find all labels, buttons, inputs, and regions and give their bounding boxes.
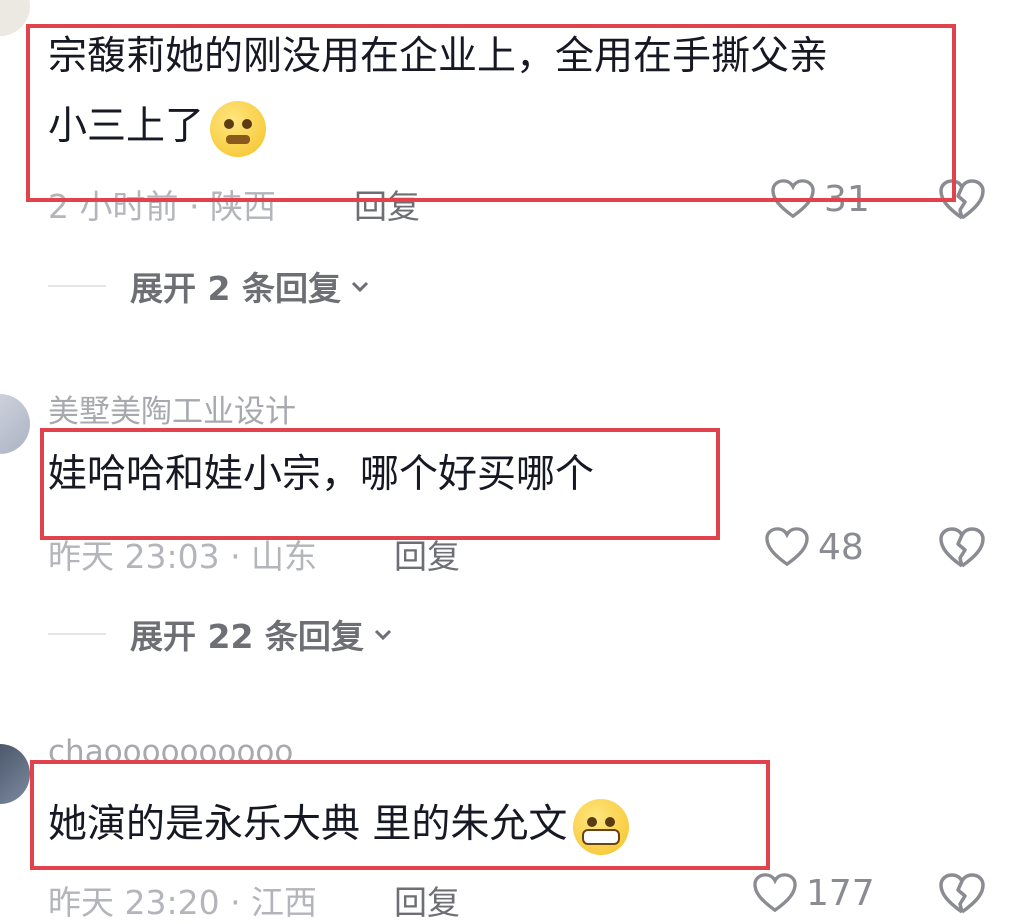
comment-text: 宗馥莉她的刚没用在企业上，全用在手撕父亲 [48, 26, 828, 88]
chevron-down-icon [374, 629, 391, 641]
like-count: 48 [818, 526, 864, 568]
comment-text-line1: 娃哈哈和娃小宗，哪个好买哪个 [48, 452, 595, 497]
worried-face-icon [210, 100, 267, 157]
comment-text: 娃哈哈和娃小宗，哪个好买哪个 [48, 444, 594, 506]
time-location: 2 小时前 · 陕西 [48, 187, 276, 226]
expand-replies[interactable]: 展开 2 条回复 [48, 262, 371, 310]
reply-button[interactable]: 回复 [354, 180, 420, 228]
dislike-button[interactable] [938, 526, 986, 574]
like-button[interactable]: 177 [752, 872, 875, 914]
divider [48, 285, 106, 287]
comment-text: 她演的是永乐大典 里的朱允文 [48, 794, 630, 856]
expand-replies[interactable]: 展开 22 条回复 [48, 610, 394, 658]
reply-button[interactable]: 回复 [394, 876, 460, 924]
comment-text-line1: 她演的是永乐大典 里的朱允文 [48, 802, 568, 847]
like-button[interactable]: 48 [764, 526, 864, 568]
divider [48, 633, 106, 635]
expand-replies-label: 展开 22 条回复 [130, 617, 364, 656]
comment-text-continued: 小三上了 [48, 96, 267, 158]
time-location: 昨天 23:20 · 江西 [48, 883, 318, 922]
avatar[interactable] [0, 0, 30, 36]
grinning-face-icon [573, 798, 630, 855]
avatar[interactable] [0, 744, 30, 804]
broken-heart-icon [939, 527, 985, 568]
username[interactable]: 美墅美陶工业设计 [48, 386, 296, 431]
like-button[interactable]: 31 [770, 178, 870, 220]
heart-icon [771, 179, 815, 219]
username[interactable]: chaoooooooooo [48, 734, 293, 770]
dislike-button[interactable] [938, 178, 986, 226]
comment-text-line1: 宗馥莉她的刚没用在企业上，全用在手撕父亲 [48, 34, 829, 79]
reply-button[interactable]: 回复 [394, 530, 460, 578]
dislike-button[interactable] [938, 872, 986, 920]
like-count: 177 [806, 872, 875, 914]
comment-text-line2: 小三上了 [48, 104, 205, 149]
avatar[interactable] [0, 394, 30, 454]
broken-heart-icon [939, 179, 985, 220]
broken-heart-icon [939, 873, 985, 914]
heart-icon [753, 873, 797, 913]
chevron-down-icon [351, 281, 369, 293]
expand-replies-label: 展开 2 条回复 [130, 269, 341, 308]
time-location: 昨天 23:03 · 山东 [48, 537, 318, 576]
like-count: 31 [824, 178, 870, 220]
heart-icon [765, 527, 809, 567]
